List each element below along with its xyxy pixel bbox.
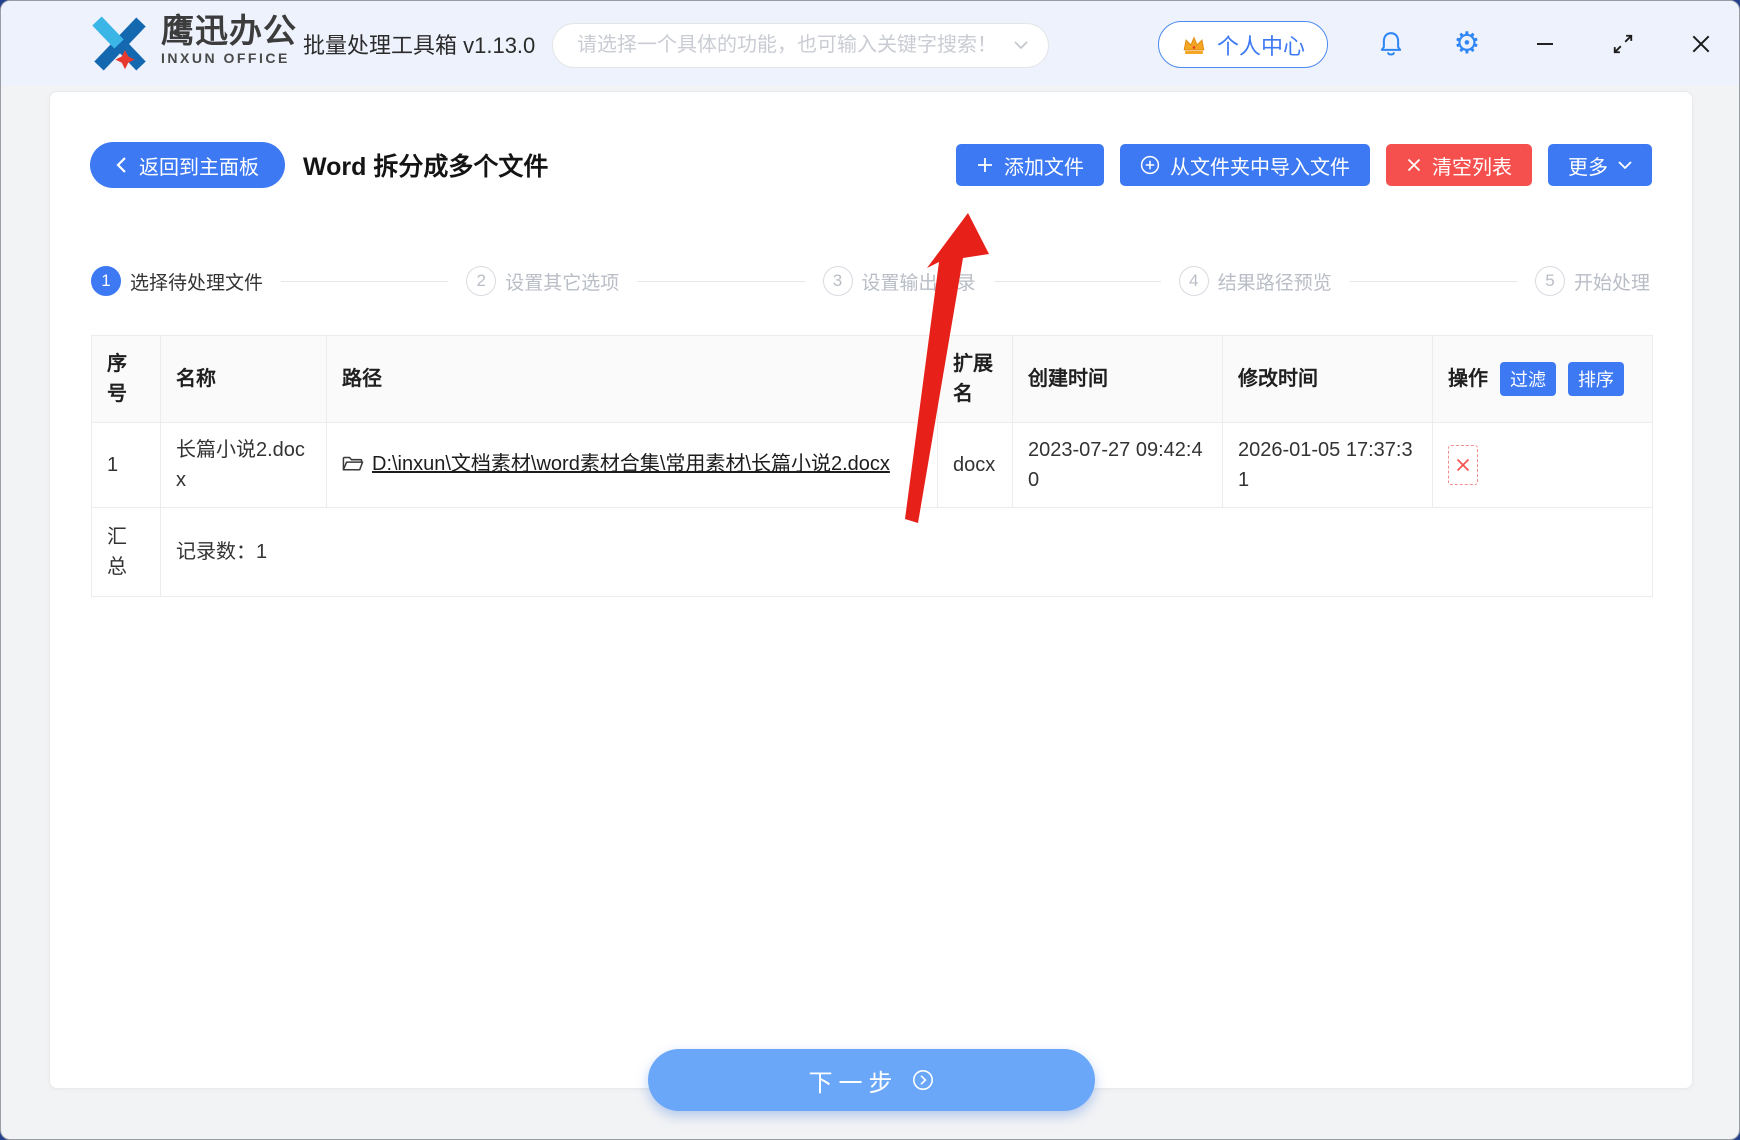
red-x-icon	[1456, 458, 1470, 472]
page-title: Word 拆分成多个文件	[303, 153, 549, 181]
add-files-button[interactable]: 添加文件	[956, 144, 1104, 186]
col-index: 序号	[91, 335, 161, 423]
file-table: 序号 名称 路径 扩展名 创建时间 修改时间 操作 过滤 排序 1 长篇小说2.…	[91, 335, 1653, 597]
summary-label: 汇总	[91, 507, 161, 597]
step-1-label: 选择待处理文件	[130, 272, 264, 294]
chevron-left-icon	[116, 157, 126, 173]
summary-value: 记录数：1	[160, 507, 1653, 597]
step-connector	[281, 280, 449, 282]
brand-subtitle: INXUN OFFICE	[161, 50, 290, 66]
plus-icon	[978, 158, 992, 172]
clear-list-label: 清空列表	[1432, 156, 1512, 179]
import-from-folder-label: 从文件夹中导入文件	[1170, 156, 1350, 179]
table-row: 1 长篇小说2.docx D:\inxun\文档素材\word素材合集\常用素材…	[91, 422, 1653, 508]
step-3-circle: 3	[822, 266, 853, 296]
brand-name: 鹰迅办公	[161, 12, 297, 49]
step-2-label: 设置其它选项	[505, 272, 620, 294]
step-3-output-dir: 3 设置输出目录	[822, 266, 976, 296]
circle-arrow-right-icon	[912, 1070, 933, 1090]
sort-button[interactable]: 排序	[1568, 362, 1624, 396]
resize-maximize-button[interactable]	[1601, 1, 1645, 86]
chevron-down-icon	[1618, 160, 1632, 169]
operations-label: 操作	[1448, 368, 1488, 390]
col-created: 创建时间	[1012, 335, 1223, 423]
plus-circle-icon	[1140, 155, 1160, 175]
col-operations: 操作 过滤 排序	[1432, 335, 1653, 423]
open-folder-icon[interactable]	[342, 452, 364, 482]
step-1-select-files: 1 选择待处理文件	[91, 266, 263, 296]
brand: 鹰迅办公 INXUN OFFICE	[161, 13, 297, 67]
app-title: 批量处理工具箱 v1.13.0	[303, 32, 536, 58]
cell-created: 2023-07-27 09:42:40	[1012, 422, 1223, 508]
table-header-row: 序号 名称 路径 扩展名 创建时间 修改时间 操作 过滤 排序	[91, 335, 1653, 423]
col-modified: 修改时间	[1222, 335, 1433, 423]
x-icon	[1407, 158, 1421, 172]
more-button[interactable]: 更多	[1548, 144, 1652, 186]
clear-list-button[interactable]: 清空列表	[1386, 144, 1532, 186]
step-5-label: 开始处理	[1574, 272, 1651, 294]
content-card: 返回到主面板 Word 拆分成多个文件 添加文件 从文件夹中导入文件 清空列表 …	[49, 91, 1693, 1089]
col-name: 名称	[160, 335, 327, 423]
user-center-button[interactable]: 个人中心	[1158, 21, 1329, 68]
import-from-folder-button[interactable]: 从文件夹中导入文件	[1120, 144, 1370, 186]
header-actions: 添加文件 从文件夹中导入文件 清空列表 更多	[956, 144, 1652, 186]
delete-row-button[interactable]	[1448, 445, 1478, 485]
chevron-down-icon	[1014, 41, 1028, 50]
step-4-result-preview: 4 结果路径预览	[1178, 266, 1332, 296]
cell-path: D:\inxun\文档素材\word素材合集\常用素材\长篇小说2.docx	[326, 422, 938, 508]
summary-row: 汇总 记录数：1	[91, 507, 1653, 597]
step-4-circle: 4	[1178, 266, 1209, 296]
crown-icon	[1183, 35, 1205, 54]
file-path-link[interactable]: D:\inxun\文档素材\word素材合集\常用素材\长篇小说2.docx	[372, 453, 890, 475]
back-to-dashboard-button[interactable]: 返回到主面板	[90, 142, 285, 188]
cell-index: 1	[91, 422, 161, 508]
step-connector	[1349, 280, 1517, 282]
step-5-circle: 5	[1535, 266, 1565, 296]
function-search-combobox[interactable]	[552, 23, 1049, 68]
cell-ext: docx	[937, 422, 1013, 508]
step-1-circle: 1	[91, 266, 121, 296]
minimize-button[interactable]	[1523, 1, 1567, 86]
more-label: 更多	[1568, 156, 1608, 179]
step-5-start: 5 开始处理	[1535, 266, 1650, 296]
app-logo-icon	[85, 14, 153, 79]
next-step-button[interactable]: 下一步	[648, 1049, 1095, 1111]
notifications-bell-icon[interactable]	[1369, 1, 1413, 86]
topbar: 鹰迅办公 INXUN OFFICE 批量处理工具箱 v1.13.0 个人中心	[1, 1, 1739, 86]
filter-button[interactable]: 过滤	[1500, 362, 1556, 396]
page-header: 返回到主面板 Word 拆分成多个文件 添加文件 从文件夹中导入文件 清空列表 …	[90, 142, 1652, 188]
cell-name: 长篇小说2.docx	[160, 422, 327, 508]
back-button-label: 返回到主面板	[139, 156, 259, 179]
search-input[interactable]	[577, 34, 1014, 57]
app-window: 鹰迅办公 INXUN OFFICE 批量处理工具箱 v1.13.0 个人中心	[0, 0, 1740, 1140]
close-button[interactable]	[1679, 1, 1723, 86]
cell-operations	[1432, 422, 1653, 508]
col-ext: 扩展名	[937, 335, 1013, 423]
user-center-label: 个人中心	[1217, 33, 1306, 59]
col-path: 路径	[326, 335, 938, 423]
settings-gear-icon[interactable]: ⚙	[1445, 1, 1489, 86]
step-connector	[993, 280, 1161, 282]
step-2-circle: 2	[466, 266, 497, 296]
step-connector	[637, 280, 805, 282]
add-files-label: 添加文件	[1004, 156, 1084, 179]
cell-modified: 2026-01-05 17:37:31	[1222, 422, 1433, 508]
step-3-label: 设置输出目录	[861, 272, 976, 294]
step-2-options: 2 设置其它选项	[466, 266, 619, 296]
next-step-label: 下一步	[808, 1069, 899, 1097]
step-indicator: 1 选择待处理文件 2 设置其它选项 3 设置输出目录 4 结果路径预览 5 开…	[91, 264, 1650, 298]
step-4-label: 结果路径预览	[1217, 272, 1332, 294]
